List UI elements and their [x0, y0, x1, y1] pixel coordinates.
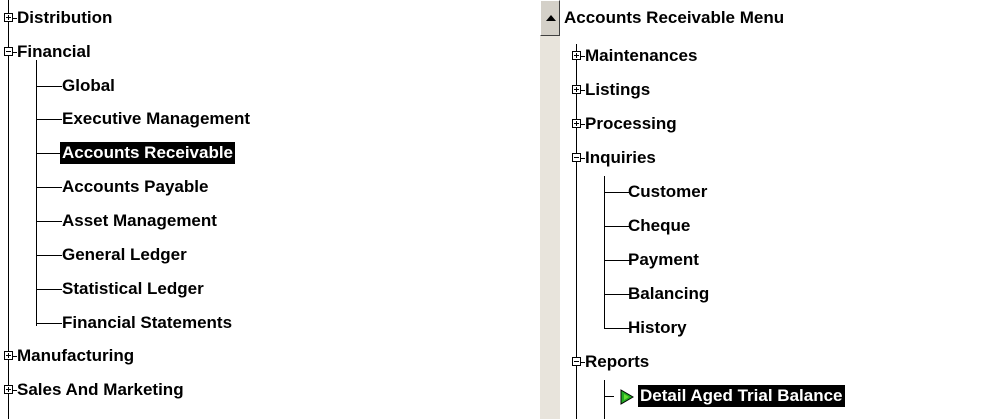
menu-item-label: Balancing	[628, 284, 710, 303]
menu-item-label: Processing	[585, 114, 677, 133]
menu-tree-pane: Accounts Receivable Menu Maintenances Li…	[540, 0, 1008, 419]
tree-branch-line	[604, 380, 605, 419]
menu-item-label: Cheque	[628, 216, 691, 235]
tree-item-label-selected: Accounts Receivable	[60, 142, 236, 164]
tree-item-label: Statistical Ledger	[62, 279, 204, 298]
tree-item-label: Manufacturing	[17, 346, 135, 365]
expand-icon[interactable]	[572, 119, 581, 128]
collapse-icon[interactable]	[572, 153, 581, 162]
expand-icon[interactable]	[572, 85, 581, 94]
expand-icon[interactable]	[4, 385, 13, 394]
tree-branch-line	[604, 176, 605, 328]
scrollbar-track[interactable]	[540, 36, 560, 419]
green-arrow-icon	[620, 389, 634, 405]
expand-icon[interactable]	[572, 51, 581, 60]
menu-item-label-selected: Detail Aged Trial Balance	[638, 385, 845, 407]
accounts-receivable-menu: Accounts Receivable Menu Maintenances Li…	[560, 0, 1008, 419]
menu-title-label: Accounts Receivable Menu	[564, 8, 785, 27]
collapse-icon[interactable]	[572, 357, 581, 366]
tree-item-label: Financial	[17, 42, 91, 61]
menu-item-label: Inquiries	[585, 148, 656, 167]
menu-item-label: Payment	[628, 250, 699, 269]
tree-item-label: General Ledger	[62, 245, 187, 264]
expand-icon[interactable]	[4, 13, 13, 22]
tree-item-label: Accounts Payable	[62, 177, 209, 196]
tree-item-label: Financial Statements	[62, 313, 233, 332]
menu-item-label: Maintenances	[585, 46, 698, 65]
scroll-up-arrow-icon[interactable]	[540, 0, 560, 36]
module-tree: Distribution Financial Global Executive …	[0, 0, 540, 419]
menu-item-label: Listings	[585, 80, 651, 99]
expand-icon[interactable]	[4, 351, 13, 360]
menu-item-label: Customer	[628, 182, 708, 201]
menu-item-label: History	[628, 318, 687, 337]
tree-item-label: Sales And Marketing	[17, 380, 184, 399]
collapse-icon[interactable]	[4, 47, 13, 56]
tree-item-label: Executive Management	[62, 109, 251, 128]
tree-branch-line	[36, 60, 37, 326]
tree-item-label: Asset Management	[62, 211, 217, 230]
tree-item-label: Distribution	[17, 8, 113, 27]
menu-item-label: Reports	[585, 352, 650, 371]
tree-item-label: Global	[62, 76, 115, 95]
